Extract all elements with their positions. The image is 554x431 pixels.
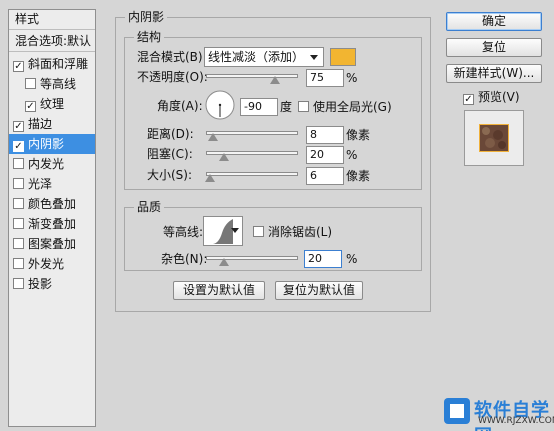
preview-box[interactable]: ✓ bbox=[463, 94, 474, 105]
global-light-label: 使用全局光(G) bbox=[313, 100, 392, 114]
angle-dial[interactable] bbox=[204, 89, 236, 121]
opacity-label: 不透明度(O): bbox=[137, 70, 208, 84]
style-item-label: 纹理 bbox=[40, 97, 65, 111]
style-item-checkbox[interactable] bbox=[13, 158, 24, 169]
style-item[interactable]: 投影 bbox=[9, 274, 95, 294]
style-item-label: 等高线 bbox=[40, 77, 77, 91]
contour-chevron-down-icon bbox=[231, 228, 239, 233]
contour-label: 等高线: bbox=[163, 225, 204, 239]
reset-default-button[interactable]: 复位为默认值 bbox=[275, 281, 363, 300]
style-item-label: 外发光 bbox=[28, 257, 65, 271]
preview-thumbnail bbox=[464, 110, 524, 166]
style-item[interactable]: ✓ 斜面和浮雕 bbox=[9, 54, 95, 74]
style-item[interactable]: 光泽 bbox=[9, 174, 95, 194]
style-item-checkbox[interactable] bbox=[25, 78, 36, 89]
angle-unit: 度 bbox=[280, 100, 293, 114]
distance-slider-thumb[interactable] bbox=[208, 133, 219, 141]
quality-title: 品质 bbox=[134, 200, 165, 214]
style-item-checkbox[interactable] bbox=[13, 278, 24, 289]
style-item[interactable]: 颜色叠加 bbox=[9, 194, 95, 214]
style-item[interactable]: ✓ 纹理 bbox=[9, 94, 95, 114]
preview-label: 预览(V) bbox=[478, 90, 520, 104]
global-light-checkbox[interactable]: 使用全局光(G) bbox=[298, 99, 392, 115]
reset-button[interactable]: 复位 bbox=[446, 38, 542, 57]
chevron-down-icon bbox=[310, 55, 318, 60]
style-item[interactable]: 图案叠加 bbox=[9, 234, 95, 254]
blend-mode-value: 线性减淡（添加） bbox=[208, 50, 305, 64]
distance-slider[interactable] bbox=[206, 131, 298, 135]
angle-label: 角度(A): bbox=[157, 99, 203, 113]
style-item[interactable]: 等高线 bbox=[9, 74, 95, 94]
distance-label: 距离(D): bbox=[147, 127, 194, 141]
antialias-label: 消除锯齿(L) bbox=[268, 225, 333, 239]
preview-texture bbox=[480, 125, 508, 151]
noise-unit: % bbox=[346, 252, 358, 266]
distance-input[interactable]: 8 bbox=[306, 126, 344, 144]
watermark-url: WWW.RJZXW.COM bbox=[478, 416, 554, 426]
choke-label: 阻塞(C): bbox=[147, 147, 193, 161]
preview-swatch bbox=[479, 124, 509, 152]
size-unit: 像素 bbox=[346, 169, 371, 183]
style-item[interactable]: ✓ 描边 bbox=[9, 114, 95, 134]
angle-input[interactable]: -90 bbox=[240, 98, 278, 116]
style-item-checkbox[interactable]: ✓ bbox=[13, 121, 24, 132]
style-item[interactable]: 外发光 bbox=[9, 254, 95, 274]
noise-input[interactable]: 20 bbox=[304, 250, 342, 268]
contour-picker[interactable] bbox=[203, 216, 243, 246]
size-input[interactable]: 6 bbox=[306, 167, 344, 185]
make-default-button[interactable]: 设置为默认值 bbox=[173, 281, 265, 300]
style-item-label: 光泽 bbox=[28, 177, 53, 191]
size-slider[interactable] bbox=[206, 172, 298, 176]
opacity-slider-thumb[interactable] bbox=[270, 76, 280, 84]
opacity-slider[interactable] bbox=[206, 74, 298, 78]
ok-button[interactable]: 确定 bbox=[446, 12, 542, 31]
blend-mode-label: 混合模式(B): bbox=[137, 50, 207, 64]
noise-label: 杂色(N): bbox=[161, 252, 208, 266]
new-style-button[interactable]: 新建样式(W)... bbox=[446, 64, 542, 83]
style-item-label: 内阴影 bbox=[28, 137, 65, 151]
style-item-checkbox[interactable] bbox=[13, 178, 24, 189]
antialias-box[interactable] bbox=[253, 226, 264, 237]
distance-unit: 像素 bbox=[346, 128, 371, 142]
watermark-logo bbox=[444, 398, 470, 424]
preview-checkbox[interactable]: ✓ 预览(V) bbox=[463, 89, 520, 105]
antialias-checkbox[interactable]: 消除锯齿(L) bbox=[253, 224, 332, 240]
style-item-checkbox[interactable] bbox=[13, 198, 24, 209]
blend-mode-select[interactable]: 线性减淡（添加） bbox=[204, 47, 324, 67]
style-item-checkbox[interactable] bbox=[13, 258, 24, 269]
opacity-unit: % bbox=[346, 71, 358, 85]
choke-slider-thumb[interactable] bbox=[219, 153, 230, 161]
structure-title: 结构 bbox=[134, 30, 165, 44]
panel-title: 内阴影 bbox=[125, 10, 168, 24]
style-item-label: 投影 bbox=[28, 277, 53, 291]
style-item[interactable]: 内发光 bbox=[9, 154, 95, 174]
style-item[interactable]: 渐变叠加 bbox=[9, 214, 95, 234]
blend-options-item[interactable]: 混合选项:默认 bbox=[9, 32, 95, 52]
opacity-input[interactable]: 75 bbox=[306, 69, 344, 87]
style-item-label: 内发光 bbox=[28, 157, 65, 171]
style-item-checkbox[interactable] bbox=[13, 218, 24, 229]
style-item[interactable]: ✓ 内阴影 bbox=[9, 134, 95, 154]
style-list: 样式 混合选项:默认 ✓ 斜面和浮雕等高线 ✓ 纹理 ✓ 描边 ✓ 内阴影内发光光泽颜色叠加渐… bbox=[8, 9, 96, 427]
choke-unit: % bbox=[346, 148, 358, 162]
size-slider-thumb[interactable] bbox=[204, 174, 215, 182]
style-item-label: 斜面和浮雕 bbox=[28, 57, 89, 71]
choke-input[interactable]: 20 bbox=[306, 146, 344, 164]
style-item-checkbox[interactable]: ✓ bbox=[13, 61, 24, 72]
size-label: 大小(S): bbox=[147, 168, 193, 182]
style-list-header: 样式 bbox=[9, 10, 95, 30]
style-item-label: 描边 bbox=[28, 117, 53, 131]
noise-slider-thumb[interactable] bbox=[219, 258, 230, 266]
style-item-checkbox[interactable]: ✓ bbox=[25, 101, 36, 112]
style-item-checkbox[interactable] bbox=[13, 238, 24, 249]
style-item-label: 图案叠加 bbox=[28, 237, 77, 251]
style-item-label: 渐变叠加 bbox=[28, 217, 77, 231]
global-light-box[interactable] bbox=[298, 101, 309, 112]
style-item-checkbox[interactable]: ✓ bbox=[13, 141, 24, 152]
style-item-label: 颜色叠加 bbox=[28, 197, 77, 211]
shadow-color-swatch[interactable] bbox=[330, 48, 356, 66]
